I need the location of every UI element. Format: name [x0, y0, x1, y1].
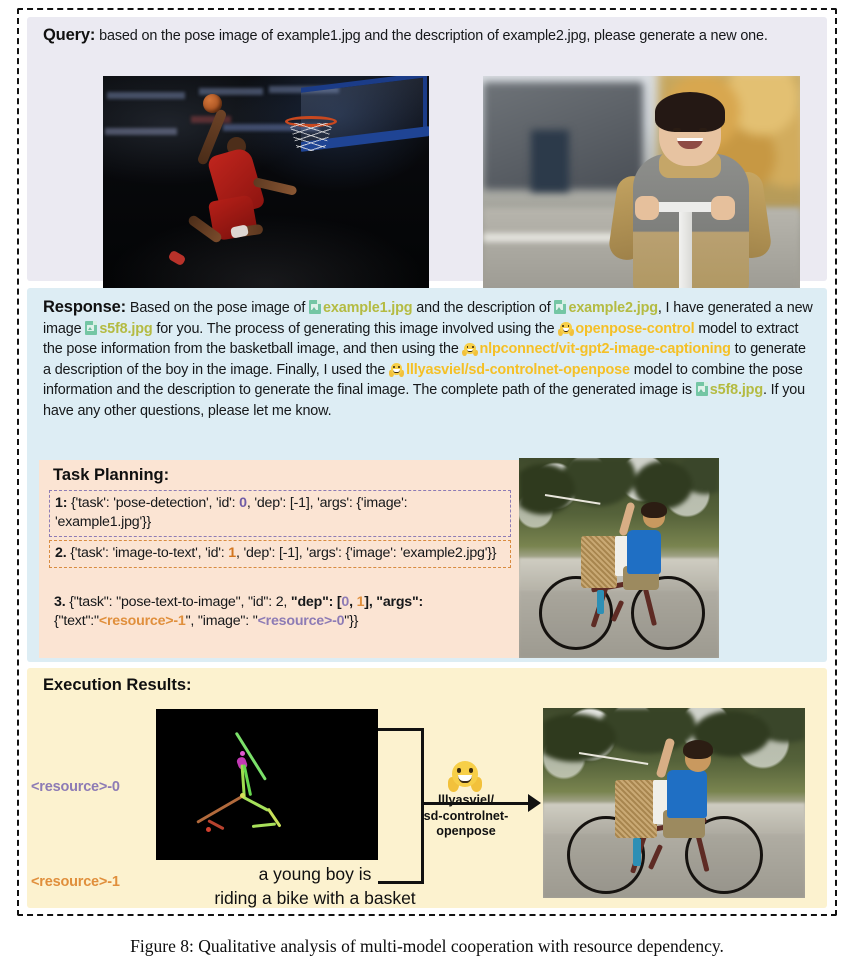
- image-file-icon: [85, 320, 98, 335]
- query-image-example2: [483, 76, 800, 294]
- image-file-icon: [554, 300, 567, 314]
- row-pre: {'task': 'pose-detection', 'id':: [70, 495, 240, 511]
- query-body: based on the pose image of example1.jpg …: [99, 28, 768, 44]
- response-file-example2: example2.jpg: [568, 300, 658, 316]
- execution-caption-text: a young boy is riding a bike with a bask…: [200, 862, 430, 910]
- arrow-model-line-1: lllyasviel/: [437, 793, 494, 807]
- query-text: Query: based on the pose image of exampl…: [43, 25, 815, 47]
- task-planning-title: Task Planning:: [53, 466, 170, 484]
- row-dep-close: ], "args":: [364, 594, 424, 610]
- arrow-model-line-3: openpose: [436, 824, 496, 839]
- figure-caption: Figure 8: Qualitative analysis of multi-…: [130, 936, 724, 956]
- arrow-model-line-2: sd-controlnet-: [423, 808, 509, 823]
- query-image-example1: [103, 76, 429, 294]
- arrow-model-label: lllyasviel/ sd-controlnet- openpose: [406, 793, 526, 840]
- row-number: 3.: [54, 594, 66, 610]
- row-dep-0: 0: [341, 594, 350, 610]
- execution-output-image: [543, 708, 805, 898]
- execution-pose-image: [156, 709, 378, 860]
- row-line2-b: ", "image": ": [185, 613, 258, 629]
- row-pre: {'task': 'image-to-text', 'id':: [70, 545, 229, 561]
- row-mid: , 'dep': [-1], 'args': {'image': 'exampl…: [235, 545, 497, 561]
- hugging-face-icon: [462, 342, 478, 357]
- task-planning-row-2: 2. {'task': 'image-to-text', 'id': 1, 'd…: [49, 540, 511, 568]
- row-pre: {"task": "pose-text-to-image", "id": 2,: [69, 594, 291, 610]
- response-model-vit-gpt2: nlpconnect/vit-gpt2-image-captioning: [479, 341, 731, 358]
- hugging-face-icon: [388, 363, 405, 377]
- row-number: 1:: [55, 495, 68, 511]
- response-file-s5f8-2: s5f8.jpg: [709, 382, 763, 399]
- query-label: Query:: [43, 26, 96, 44]
- caption-line-2: riding a bike with a basket: [214, 888, 416, 908]
- connector-arrow-head: [528, 794, 541, 812]
- image-file-icon: [309, 300, 322, 314]
- task-planning-row-3: 3. {"task": "pose-text-to-image", "id": …: [49, 590, 511, 635]
- response-text: Response: Based on the pose image of exa…: [43, 297, 815, 422]
- task-planning-section: Task Planning: 1: {'task': 'pose-detecti…: [39, 460, 521, 658]
- caption-line-1: a young boy is: [258, 864, 372, 884]
- query-section: Query: based on the pose image of exampl…: [27, 17, 827, 294]
- response-part-2: and the description of: [416, 300, 551, 316]
- row-dep-key: "dep":: [290, 594, 334, 610]
- response-part-1: Based on the pose image of: [129, 300, 306, 316]
- response-file-example1: example1.jpg: [323, 300, 413, 316]
- row-resource-0: <resource>-0: [257, 613, 345, 629]
- resource-1-label: <resource>-1: [31, 874, 120, 890]
- row-id: 0: [239, 495, 247, 511]
- row-line2-a: {"text":": [54, 613, 99, 629]
- connector-branch-top: [378, 728, 424, 731]
- resource-0-label: <resource>-0: [31, 779, 120, 795]
- row-dep-sep: ,: [349, 594, 357, 610]
- response-image-s5f8: [519, 458, 719, 658]
- response-part-4: for you. The process of generating this …: [156, 320, 555, 337]
- row-line2-c: "}}: [344, 613, 359, 629]
- response-model-sd-controlnet: lllyasviel/sd-controlnet-openpose: [406, 361, 630, 378]
- response-model-openpose-control: openpose-control: [575, 320, 695, 337]
- row-resource-1: <resource>-1: [98, 613, 186, 629]
- row-number: 2.: [55, 545, 67, 561]
- response-label: Response:: [43, 298, 127, 316]
- task-planning-row-1: 1: {'task': 'pose-detection', 'id': 0, '…: [49, 490, 511, 537]
- execution-results-title: Execution Results:: [43, 676, 192, 694]
- arrow-hugging-face-icon: [447, 760, 483, 792]
- hugging-face-icon: [558, 322, 574, 336]
- figure-page: Query: based on the pose image of exampl…: [0, 0, 854, 980]
- connector-branch-bottom: [378, 881, 424, 884]
- row-id: 1: [228, 545, 236, 561]
- response-file-s5f8-1: s5f8.jpg: [99, 320, 153, 337]
- image-file-icon: [695, 382, 708, 397]
